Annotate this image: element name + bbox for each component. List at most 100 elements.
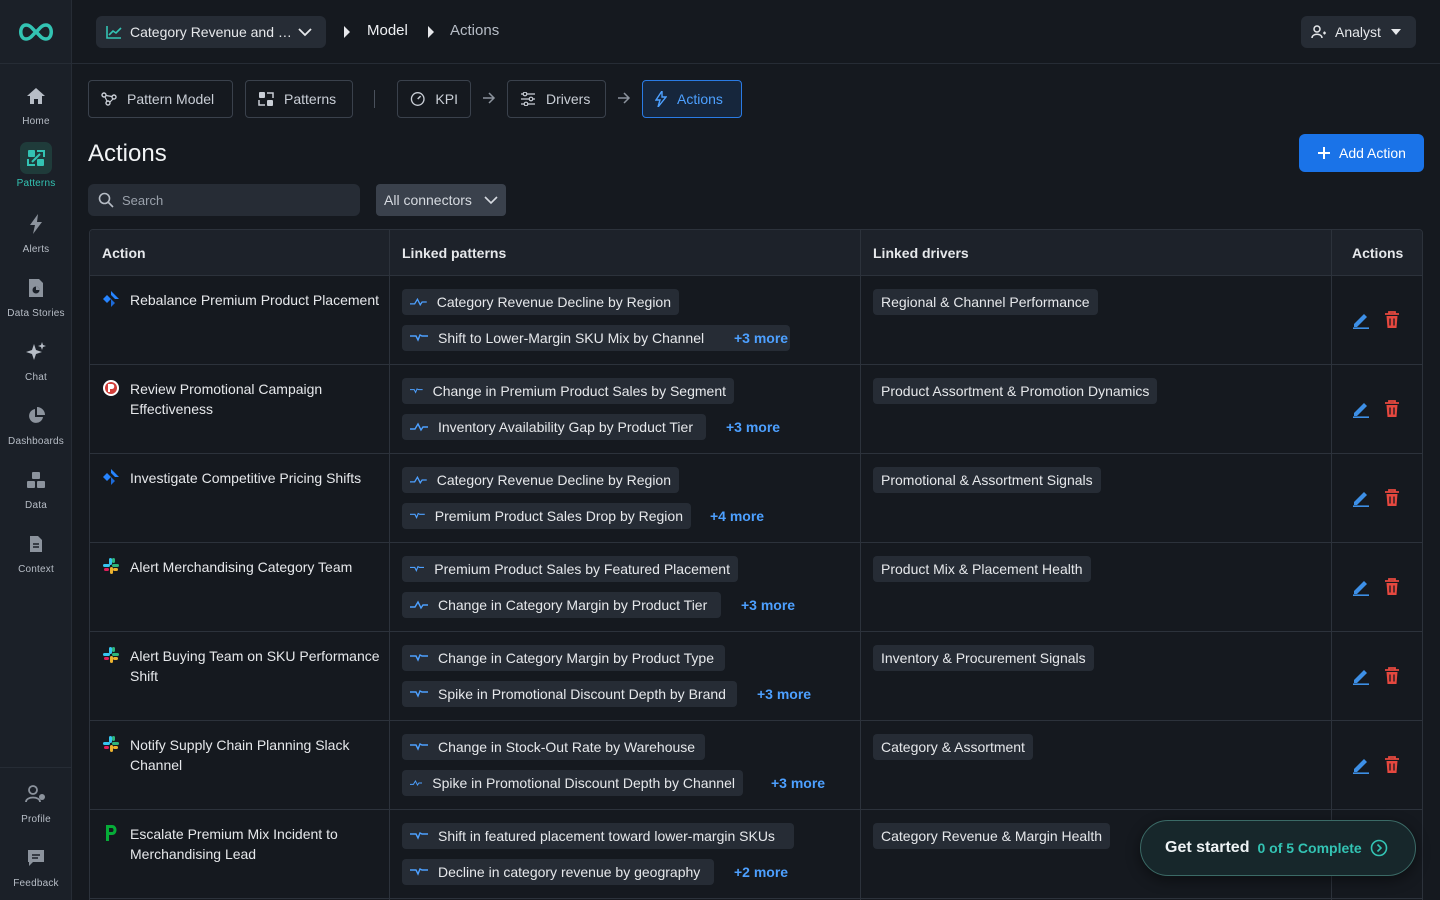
trash-icon: [1385, 756, 1399, 773]
add-action-button[interactable]: Add Action: [1299, 134, 1424, 172]
linked-driver-label: Category Revenue & Margin Health: [881, 828, 1103, 844]
action-name[interactable]: Alert Merchandising Category Team: [130, 557, 352, 577]
linked-pattern-pill[interactable]: Decline in category revenue by geography: [402, 859, 714, 885]
tab-drivers[interactable]: Drivers: [507, 80, 606, 118]
edit-button[interactable]: [1352, 667, 1370, 690]
linked-pattern-pill[interactable]: Change in Category Margin by Product Tie…: [402, 592, 721, 618]
action-cell: Rebalance Premium Product Placement: [102, 290, 382, 310]
linked-pattern-pill[interactable]: Change in Stock-Out Rate by Warehouse: [402, 734, 705, 760]
pagerduty-icon: [102, 379, 120, 397]
sidebar-item-dashboards[interactable]: Dashboards: [0, 400, 72, 447]
linked-driver-pill[interactable]: Category & Assortment: [873, 734, 1033, 760]
model-select[interactable]: Category Revenue and Premium Mix Model: [96, 16, 326, 48]
connector-filter-select[interactable]: All connectors: [376, 184, 506, 216]
get-started-title: Get started: [1165, 839, 1250, 856]
more-patterns-link[interactable]: +3 more: [734, 330, 788, 346]
linked-pattern-pill[interactable]: Premium Product Sales Drop by Region: [402, 503, 691, 529]
trend-line-icon: [410, 297, 427, 307]
delete-button[interactable]: [1384, 756, 1400, 779]
more-patterns-link[interactable]: +3 more: [741, 597, 795, 613]
patterns-icon: [258, 92, 274, 106]
sidebar-item-patterns[interactable]: Patterns: [0, 142, 72, 189]
sidebar-item-context[interactable]: Context: [0, 528, 72, 575]
sidebar-item-data-stories[interactable]: Data Stories: [0, 272, 72, 319]
pencil-icon: [1353, 492, 1369, 507]
edit-button[interactable]: [1352, 489, 1370, 512]
trash-icon: [1385, 578, 1399, 595]
tab-patterns[interactable]: Patterns: [245, 80, 353, 118]
sidebar-item-profile[interactable]: Profile: [0, 778, 72, 825]
more-patterns-link[interactable]: +4 more: [710, 508, 764, 524]
sidebar-item-home[interactable]: Home: [0, 80, 72, 127]
search-input[interactable]: [122, 192, 342, 208]
sidebar-item-chat[interactable]: Chat: [0, 336, 72, 383]
linked-driver-pill[interactable]: Regional & Channel Performance: [873, 289, 1098, 315]
table-row: Investigate Competitive Pricing Shifts Ca…: [90, 454, 1422, 543]
sidebar: Home Patterns Alerts Data Stories Chat D…: [0, 0, 72, 900]
action-name[interactable]: Alert Buying Team on SKU Performance Shi…: [130, 646, 382, 686]
sidebar-item-label: Alerts: [22, 244, 50, 255]
action-name[interactable]: Rebalance Premium Product Placement: [130, 290, 379, 310]
get-started-widget[interactable]: Get started 0 of 5 Complete: [1140, 820, 1416, 876]
action-name[interactable]: Review Promotional Campaign Effectivenes…: [130, 379, 382, 419]
action-name[interactable]: Notify Supply Chain Planning Slack Chann…: [130, 735, 382, 775]
linked-pattern-pill[interactable]: Spike in Promotional Discount Depth by B…: [402, 681, 737, 707]
linked-pattern-pill[interactable]: Spike in Promotional Discount Depth by C…: [402, 770, 743, 796]
action-name[interactable]: Escalate Premium Mix Incident to Merchan…: [130, 824, 382, 864]
delete-button[interactable]: [1384, 311, 1400, 334]
linked-pattern-pill[interactable]: Shift in featured placement toward lower…: [402, 823, 794, 849]
tab-label: Patterns: [284, 91, 337, 107]
linked-pattern-pill[interactable]: Change in Category Margin by Product Typ…: [402, 645, 725, 671]
caret-right-icon: [344, 26, 350, 38]
column-header-linked-drivers: Linked drivers: [873, 245, 969, 261]
profile-icon: [20, 778, 52, 810]
more-patterns-link[interactable]: +3 more: [771, 775, 825, 791]
linked-driver-pill[interactable]: Product Assortment & Promotion Dynamics: [873, 378, 1158, 404]
app-logo[interactable]: [0, 0, 71, 64]
table-row: Review Promotional Campaign Effectivenes…: [90, 365, 1422, 454]
delete-button[interactable]: [1384, 578, 1400, 601]
tab-actions[interactable]: Actions: [642, 80, 742, 118]
user-icon: [1311, 25, 1326, 39]
jira-icon: [102, 290, 120, 308]
sidebar-item-label: Data: [25, 500, 47, 511]
linked-pattern-pill[interactable]: Category Revenue Decline by Region: [402, 467, 679, 493]
chevron-down-icon: [298, 28, 312, 37]
tab-kpi[interactable]: KPI: [397, 80, 471, 118]
edit-button[interactable]: [1352, 311, 1370, 334]
sidebar-item-label: Profile: [21, 814, 51, 825]
sidebar-item-feedback[interactable]: Feedback: [0, 842, 72, 889]
linked-driver-pill[interactable]: Category Revenue & Margin Health: [873, 823, 1111, 849]
delete-button[interactable]: [1384, 489, 1400, 512]
search-icon: [98, 192, 114, 208]
tab-pattern-model[interactable]: Pattern Model: [88, 80, 233, 118]
linked-driver-pill[interactable]: Promotional & Assortment Signals: [873, 467, 1101, 493]
search-box[interactable]: [88, 184, 360, 216]
more-patterns-link[interactable]: +3 more: [757, 686, 811, 702]
edit-button[interactable]: [1352, 756, 1370, 779]
linked-pattern-pill[interactable]: Premium Product Sales by Featured Placem…: [402, 556, 738, 582]
linked-driver-pill[interactable]: Product Mix & Placement Health: [873, 556, 1091, 582]
edit-button[interactable]: [1352, 400, 1370, 423]
action-name[interactable]: Investigate Competitive Pricing Shifts: [130, 468, 361, 488]
more-patterns-link[interactable]: +2 more: [734, 864, 788, 880]
delete-button[interactable]: [1384, 667, 1400, 690]
breadcrumb-model[interactable]: Model: [367, 22, 408, 39]
action-cell: Notify Supply Chain Planning Slack Chann…: [102, 735, 382, 775]
linked-pattern-pill[interactable]: Inventory Availability Gap by Product Ti…: [402, 414, 706, 440]
action-cell: Review Promotional Campaign Effectivenes…: [102, 379, 382, 419]
linked-pattern-pill[interactable]: Change in Premium Product Sales by Segme…: [402, 378, 734, 404]
linked-driver-pill[interactable]: Inventory & Procurement Signals: [873, 645, 1094, 671]
sidebar-item-data[interactable]: Data: [0, 464, 72, 511]
more-patterns-link[interactable]: +3 more: [726, 419, 780, 435]
linked-pattern-pill[interactable]: Shift to Lower-Margin SKU Mix by Channel: [402, 325, 790, 351]
linked-driver-label: Inventory & Procurement Signals: [881, 650, 1086, 666]
delete-button[interactable]: [1384, 400, 1400, 423]
trash-icon: [1385, 489, 1399, 506]
linked-driver-label: Product Assortment & Promotion Dynamics: [881, 383, 1150, 399]
linked-pattern-pill[interactable]: Category Revenue Decline by Region: [402, 289, 679, 315]
infinity-logo-icon: [18, 22, 53, 41]
edit-button[interactable]: [1352, 578, 1370, 601]
user-menu-button[interactable]: Analyst: [1301, 16, 1416, 48]
sidebar-item-alerts[interactable]: Alerts: [0, 208, 72, 255]
